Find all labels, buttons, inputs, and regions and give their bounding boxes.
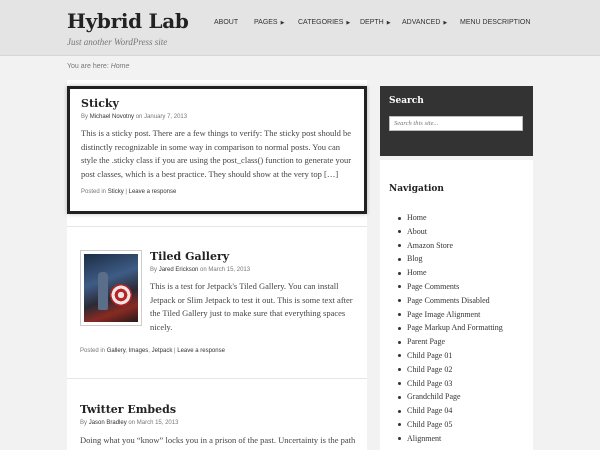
navigation-item[interactable]: Grandchild Page: [398, 390, 524, 404]
nav-item-pages[interactable]: PAGES ▶: [254, 19, 298, 26]
category-comma: ,: [125, 348, 127, 354]
post-author[interactable]: Michael Novotny: [90, 114, 134, 120]
caret-right-icon: ▶: [443, 19, 448, 26]
search-input[interactable]: [389, 116, 523, 131]
nav-label: MENU DESCRIPTION: [460, 19, 531, 26]
post-title[interactable]: Twitter Embeds: [80, 403, 360, 416]
main-content: Sticky By Michael Novotny on January 7, …: [67, 80, 367, 450]
post-meta: Posted in Gallery, Images, Jetpack | Lea…: [80, 348, 225, 354]
nav-label: PAGES: [254, 19, 278, 26]
navigation-item[interactable]: Child Page 03: [398, 377, 524, 391]
byline-on: on: [200, 267, 207, 273]
posted-in-label: Posted in: [81, 189, 107, 195]
byline-by: By: [81, 114, 89, 120]
navigation-item[interactable]: Amazon Store: [398, 239, 524, 253]
navigation-item[interactable]: Parent Page: [398, 335, 524, 349]
caret-right-icon: ▶: [346, 19, 351, 26]
category-link[interactable]: Jetpack: [152, 348, 173, 354]
post-byline: By Jared Erickson on March 15, 2013: [150, 267, 360, 273]
navigation-item[interactable]: Alignment: [398, 432, 524, 446]
post-excerpt: This is a test for Jetpack's Tiled Galle…: [150, 281, 353, 332]
navigation-item[interactable]: Child Page 04: [398, 404, 524, 418]
navigation-list: Home About Amazon Store Blog Home Page C…: [389, 211, 524, 446]
post-sticky: Sticky By Michael Novotny on January 7, …: [67, 86, 367, 214]
post-author[interactable]: Jason Bradley: [89, 420, 127, 426]
site-title[interactable]: Hybrid Lab: [67, 9, 189, 33]
post-byline: By Michael Novotny on January 7, 2013: [81, 114, 353, 120]
nav-item-categories[interactable]: CATEGORIES ▶: [298, 19, 360, 26]
byline-on: on: [135, 114, 143, 120]
navigation-item[interactable]: Page Comments Disabled: [398, 294, 524, 308]
byline-by: By: [150, 267, 158, 273]
navigation-item[interactable]: Home: [398, 266, 524, 280]
post-title[interactable]: Sticky: [81, 97, 353, 110]
navigation-item[interactable]: Blog: [398, 252, 524, 266]
post-body: Tiled Gallery By Jared Erickson on March…: [150, 250, 360, 334]
post-divider: [67, 378, 367, 379]
site-header: Hybrid Lab Just another WordPress site A…: [0, 0, 600, 56]
post-title[interactable]: Tiled Gallery: [150, 250, 360, 263]
post-date[interactable]: March 15, 2013: [208, 267, 250, 273]
nav-item-menu-description[interactable]: MENU DESCRIPTION: [460, 19, 530, 26]
post-date[interactable]: March 15, 2013: [137, 420, 179, 426]
post-twitter-embeds: Twitter Embeds By Jason Bradley on March…: [80, 403, 360, 448]
nav-item-about[interactable]: ABOUT: [214, 19, 254, 26]
navigation-item[interactable]: Child Page 05: [398, 418, 524, 432]
nav-item-depth[interactable]: DEPTH ▶: [360, 19, 402, 26]
category-link[interactable]: Gallery: [107, 348, 126, 354]
site-description: Just another WordPress site: [67, 37, 168, 47]
post-meta: Posted in Sticky | Leave a response: [81, 189, 353, 195]
widget-title: Navigation: [389, 184, 444, 194]
category-comma: ,: [148, 348, 150, 354]
comment-link[interactable]: Leave a response: [177, 348, 225, 354]
byline-on: on: [128, 420, 136, 426]
meta-separator: |: [174, 348, 176, 354]
thumbnail-image: [84, 254, 138, 322]
nav-label: ADVANCED: [402, 19, 441, 26]
breadcrumb-prefix: You are here:: [67, 63, 109, 70]
navigation-item[interactable]: Child Page 02: [398, 363, 524, 377]
caret-right-icon: ▶: [386, 19, 391, 26]
navigation-item[interactable]: Page Comments: [398, 280, 524, 294]
post-byline: By Jason Bradley on March 15, 2013: [80, 420, 360, 426]
main-nav: ABOUT PAGES ▶ CATEGORIES ▶ DEPTH ▶ ADVANCED…: [214, 19, 530, 26]
breadcrumb-current[interactable]: Home: [111, 63, 130, 70]
navigation-item[interactable]: Page Markup And Formatting: [398, 321, 524, 335]
nav-label: CATEGORIES: [298, 19, 344, 26]
post-date[interactable]: January 7, 2013: [144, 114, 187, 120]
comment-link[interactable]: Leave a response: [129, 189, 177, 195]
post-excerpt: This is a sticky post. There are a few t…: [81, 128, 352, 179]
breadcrumb: You are here: Home: [67, 63, 129, 70]
post-author[interactable]: Jared Erickson: [159, 267, 199, 273]
navigation-item[interactable]: Child Page 01: [398, 349, 524, 363]
category-link[interactable]: Images: [129, 348, 149, 354]
navigation-item[interactable]: About: [398, 225, 524, 239]
caret-right-icon: ▶: [280, 19, 285, 26]
navigation-widget: Navigation Home About Amazon Store Blog …: [380, 160, 533, 450]
posted-in-label: Posted in: [80, 348, 106, 354]
search-widget: Search: [380, 86, 533, 156]
navigation-item[interactable]: Page Image Alignment: [398, 308, 524, 322]
navigation-item[interactable]: Home: [398, 211, 524, 225]
meta-separator: |: [125, 189, 127, 195]
post-excerpt: Doing what you “know” locks you in a pri…: [80, 435, 356, 445]
nav-label: DEPTH: [360, 19, 384, 26]
nav-label: ABOUT: [214, 19, 239, 26]
nav-item-advanced[interactable]: ADVANCED ▶: [402, 19, 460, 26]
widget-title: Search: [389, 96, 424, 106]
byline-by: By: [80, 420, 88, 426]
category-link[interactable]: Sticky: [108, 189, 124, 195]
post-divider: [67, 226, 367, 227]
post-thumbnail[interactable]: [80, 250, 142, 326]
